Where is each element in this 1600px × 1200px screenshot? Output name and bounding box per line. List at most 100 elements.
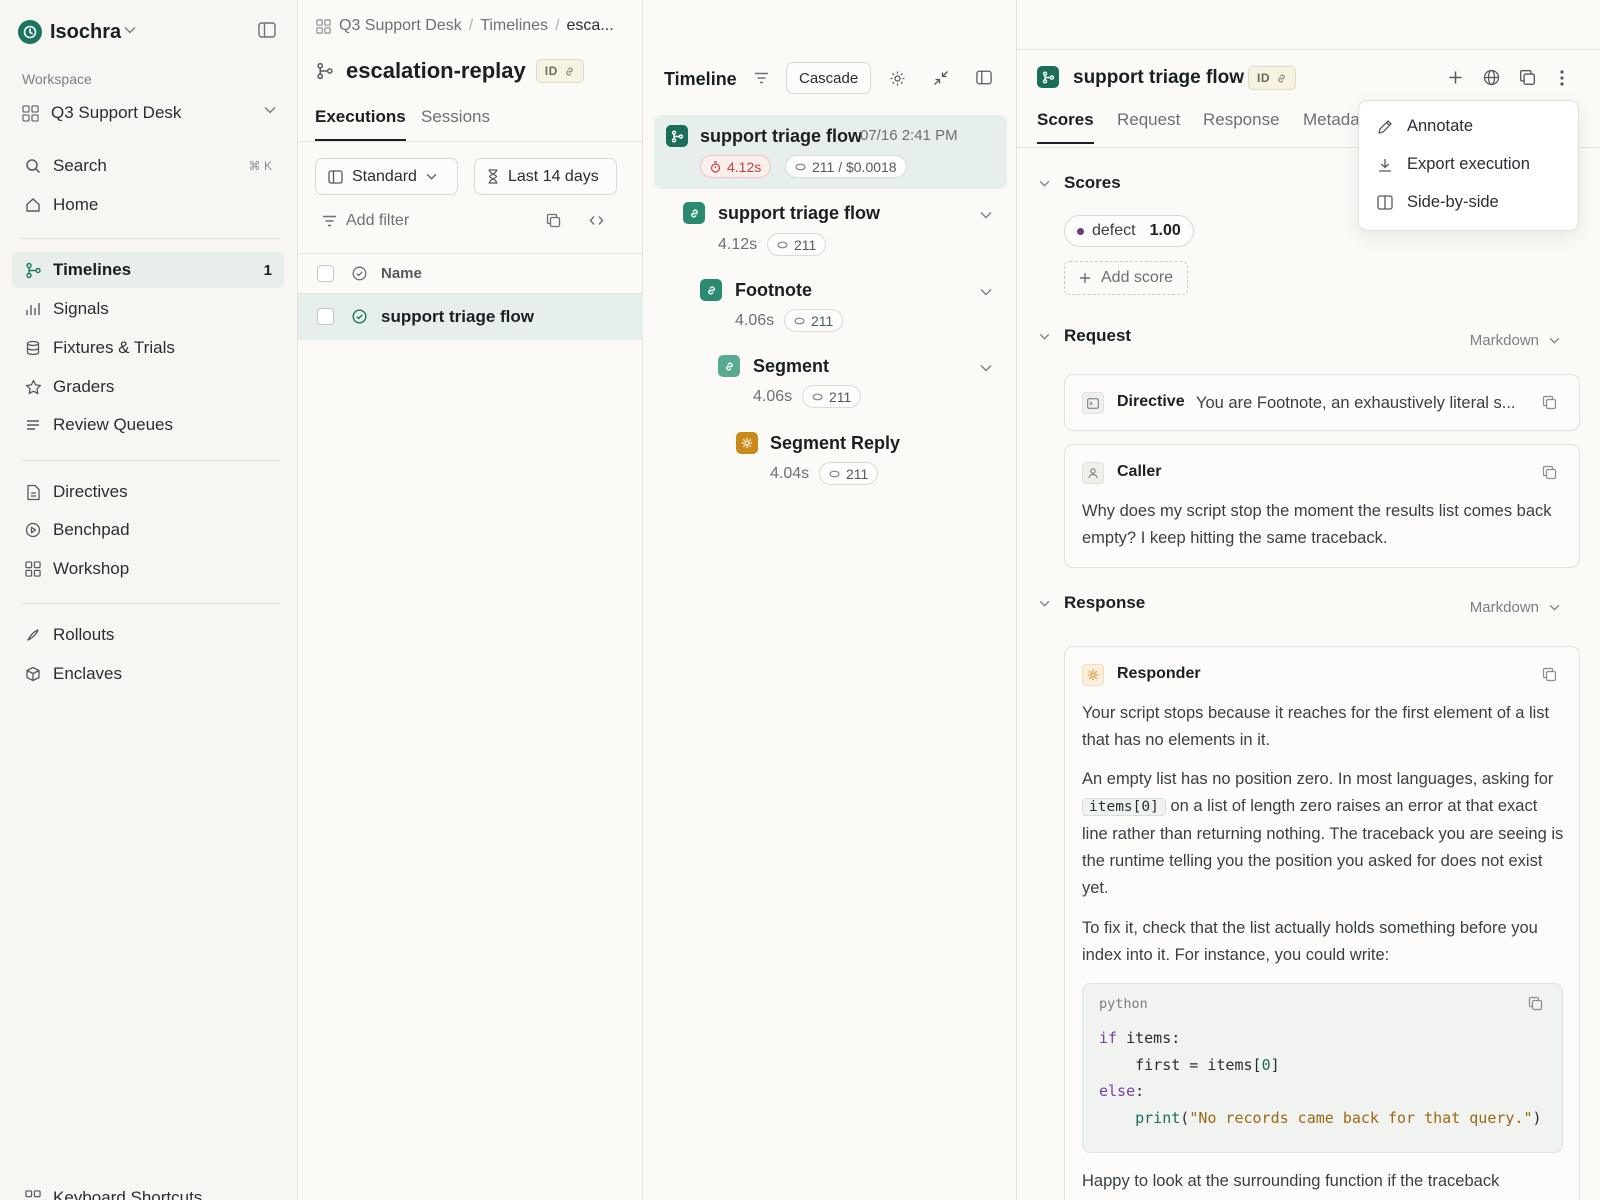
inline-code: items[0] <box>1082 798 1166 816</box>
breadcrumb-timelines[interactable]: Timelines <box>480 17 548 35</box>
sidebar-item-enclaves[interactable]: Enclaves <box>12 656 284 692</box>
tab-sessions[interactable]: Sessions <box>421 107 490 139</box>
bar-chart-icon <box>24 300 42 318</box>
score-badge[interactable]: defect 1.00 <box>1064 215 1194 247</box>
sparkle-icon <box>1082 664 1104 686</box>
copy-icon[interactable] <box>546 213 561 228</box>
chevron-down-icon[interactable] <box>980 211 992 219</box>
sidebar-item-review-queues[interactable]: Review Queues <box>12 407 284 443</box>
sidebar-item-timelines[interactable]: Timelines 1 <box>12 252 284 288</box>
request-section-header[interactable]: Request <box>1039 326 1131 346</box>
sidebar-item-fixtures[interactable]: Fixtures & Trials <box>12 330 284 366</box>
box-icon <box>24 665 42 683</box>
filter-icon[interactable] <box>754 72 769 84</box>
sidebar-item-directives[interactable]: Directives <box>12 474 284 510</box>
sidebar-item-graders[interactable]: Graders <box>12 369 284 405</box>
add-filter-button[interactable]: Add filter <box>322 212 409 230</box>
row-checkbox[interactable] <box>317 308 334 325</box>
menu-item-side-by-side[interactable]: Side-by-side <box>1377 193 1499 212</box>
scores-section-header[interactable]: Scores <box>1039 173 1121 193</box>
sidebar-item-workshop[interactable]: Workshop <box>12 551 284 587</box>
id-chip[interactable]: ID <box>1248 66 1296 90</box>
token-icon <box>795 163 806 170</box>
search-nav[interactable]: Search ⌘ K <box>12 148 284 184</box>
breadcrumb-current: esca... <box>566 17 614 34</box>
directive-preview[interactable]: You are Footnote, an exhaustively litera… <box>1196 394 1516 413</box>
isochra-logo-icon[interactable] <box>18 20 42 44</box>
chevron-down-icon[interactable] <box>980 288 992 296</box>
sidebar-item-benchpad[interactable]: Benchpad <box>12 512 284 548</box>
sidebar-item-home[interactable]: Home <box>12 187 284 223</box>
collapse-arrows-icon[interactable] <box>933 70 949 86</box>
search-icon <box>24 157 42 175</box>
code-function: print <box>1099 1109 1181 1127</box>
sidebar-item-rollouts[interactable]: Rollouts <box>12 617 284 653</box>
plus-icon[interactable] <box>1448 70 1463 85</box>
chevron-down-icon[interactable] <box>980 364 992 372</box>
timeline-node[interactable]: Segment Reply 4.04s 211 <box>643 427 1017 497</box>
date-range-select[interactable]: Last 14 days <box>474 158 617 195</box>
breadcrumb: Q3 Support Desk / Timelines / esca... <box>316 17 614 35</box>
column-header-name[interactable]: Name <box>381 265 422 282</box>
tab-request[interactable]: Request <box>1117 110 1180 142</box>
id-chip[interactable]: ID <box>535 59 584 83</box>
sidebar-item-label: Enclaves <box>53 664 122 683</box>
menu-item-annotate[interactable]: Annotate <box>1377 117 1473 136</box>
table-row[interactable]: support triage flow <box>298 294 643 340</box>
home-icon <box>24 196 42 214</box>
grid-icon <box>316 18 331 34</box>
copy-icon[interactable] <box>1542 465 1557 480</box>
menu-item-export[interactable]: Export execution <box>1377 155 1530 174</box>
more-vertical-icon[interactable] <box>1560 70 1564 86</box>
timeline-branch-icon <box>666 125 688 147</box>
tokens-badge: 211 <box>767 233 827 256</box>
select-all-checkbox[interactable] <box>317 265 334 282</box>
tokens-value: 211 <box>846 465 869 482</box>
add-score-button[interactable]: Add score <box>1064 261 1189 295</box>
code-line: print("No records came back for that que… <box>1099 1109 1541 1127</box>
token-icon <box>777 241 788 248</box>
copy-icon[interactable] <box>1528 996 1543 1011</box>
format-value: Markdown <box>1469 332 1539 349</box>
timeline-node[interactable]: support triage flow 4.12s 211 <box>643 196 1017 266</box>
chevron-down-icon[interactable] <box>124 26 136 34</box>
panel-toggle-icon[interactable] <box>976 70 992 85</box>
settings-gear-icon[interactable] <box>889 70 906 87</box>
tab-executions[interactable]: Executions <box>315 107 406 141</box>
code-keyword: if <box>1099 1029 1118 1047</box>
timeline-node[interactable]: Segment 4.06s 211 <box>643 350 1017 420</box>
code-line: else: <box>1099 1082 1144 1100</box>
copy-icon[interactable] <box>1542 667 1557 682</box>
sidebar-toggle-icon[interactable] <box>258 22 276 38</box>
cascade-view-button[interactable]: Cascade <box>786 62 872 94</box>
view-select[interactable]: Standard <box>315 158 458 195</box>
tab-metadata[interactable]: Metada <box>1303 110 1360 142</box>
columns-icon <box>1377 195 1393 210</box>
code-icon[interactable] <box>589 215 604 226</box>
terminal-icon <box>1082 392 1104 414</box>
tab-response[interactable]: Response <box>1203 110 1280 142</box>
tab-scores[interactable]: Scores <box>1037 110 1094 144</box>
filter-icon <box>323 215 336 227</box>
request-format-select[interactable]: Markdown <box>1470 332 1560 349</box>
sidebar-item-keyboard-shortcuts[interactable]: Keyboard Shortcuts <box>12 1180 284 1200</box>
scores-title: Scores <box>1064 173 1121 192</box>
response-title: Response <box>1064 593 1146 612</box>
globe-icon[interactable] <box>1483 69 1500 86</box>
chevron-down-icon <box>1549 337 1560 344</box>
tokens-value: 211 <box>794 236 817 253</box>
sidebar: Isochra Workspace Q3 Support Desk Search… <box>0 0 298 1200</box>
code-text: : <box>1135 1082 1145 1100</box>
workspace-selector[interactable]: Q3 Support Desk <box>22 100 282 126</box>
app-name[interactable]: Isochra <box>50 20 121 44</box>
sidebar-item-signals[interactable]: Signals <box>12 291 284 327</box>
copy-icon[interactable] <box>1542 395 1557 410</box>
response-format-select[interactable]: Markdown <box>1470 599 1560 616</box>
timeline-node-root[interactable]: support triage flow 07/16 2:41 PM 4.12s … <box>654 115 1007 189</box>
format-value: Markdown <box>1469 599 1539 616</box>
breadcrumb-workspace[interactable]: Q3 Support Desk <box>339 17 462 35</box>
copy-icon[interactable] <box>1519 69 1536 86</box>
timeline-node[interactable]: Footnote 4.06s 211 <box>643 273 1017 343</box>
response-section-header[interactable]: Response <box>1039 593 1145 613</box>
code-text: first = items[ <box>1099 1056 1262 1074</box>
